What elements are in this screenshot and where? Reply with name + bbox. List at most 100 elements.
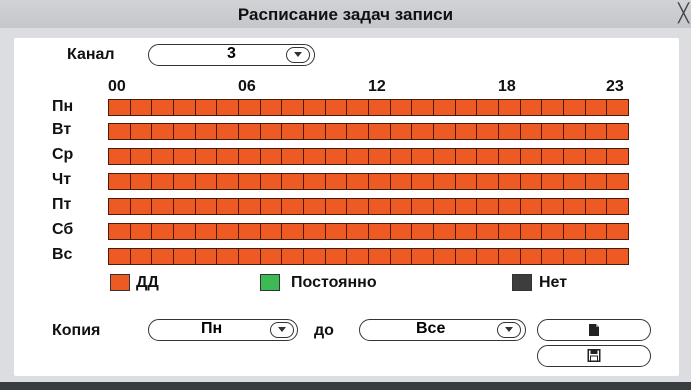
schedule-cell[interactable]: [454, 99, 478, 116]
schedule-cell[interactable]: [584, 123, 608, 140]
schedule-cell[interactable]: [454, 123, 478, 140]
schedule-cell[interactable]: [519, 148, 543, 165]
schedule-cell[interactable]: [389, 148, 413, 165]
schedule-cell[interactable]: [368, 148, 391, 165]
schedule-cell[interactable]: [173, 173, 196, 190]
schedule-cell[interactable]: [216, 223, 239, 240]
schedule-cell[interactable]: [216, 148, 239, 165]
schedule-cell[interactable]: [606, 123, 629, 140]
schedule-cell[interactable]: [216, 99, 239, 116]
schedule-cell[interactable]: [303, 223, 326, 240]
schedule-cell[interactable]: [368, 123, 391, 140]
schedule-cell[interactable]: [346, 99, 369, 116]
schedule-cell[interactable]: [194, 99, 218, 116]
schedule-cell[interactable]: [129, 123, 153, 140]
schedule-cell[interactable]: [541, 99, 564, 116]
schedule-cell[interactable]: [563, 173, 586, 190]
schedule-cell[interactable]: [368, 223, 391, 240]
schedule-cell[interactable]: [281, 99, 304, 116]
schedule-cell[interactable]: [129, 223, 153, 240]
schedule-cell[interactable]: [151, 148, 174, 165]
schedule-cell[interactable]: [389, 173, 413, 190]
schedule-cell[interactable]: [346, 248, 369, 265]
schedule-cell[interactable]: [108, 223, 131, 240]
schedule-cell[interactable]: [194, 123, 218, 140]
schedule-cell[interactable]: [606, 148, 629, 165]
schedule-cell[interactable]: [606, 223, 629, 240]
schedule-cell[interactable]: [563, 148, 586, 165]
schedule-cell[interactable]: [194, 148, 218, 165]
schedule-cell[interactable]: [173, 198, 196, 215]
schedule-cell[interactable]: [151, 123, 174, 140]
schedule-cell[interactable]: [411, 148, 434, 165]
schedule-cell[interactable]: [541, 123, 564, 140]
schedule-row-mon[interactable]: [108, 99, 629, 116]
schedule-cell[interactable]: [476, 173, 499, 190]
schedule-cell[interactable]: [541, 223, 564, 240]
schedule-cell[interactable]: [476, 198, 499, 215]
schedule-cell[interactable]: [389, 198, 413, 215]
channel-select[interactable]: 3: [148, 44, 315, 66]
schedule-cell[interactable]: [454, 173, 478, 190]
schedule-cell[interactable]: [433, 198, 456, 215]
schedule-cell[interactable]: [389, 123, 413, 140]
schedule-cell[interactable]: [194, 248, 218, 265]
schedule-cell[interactable]: [303, 173, 326, 190]
schedule-cell[interactable]: [411, 173, 434, 190]
schedule-cell[interactable]: [584, 173, 608, 190]
schedule-cell[interactable]: [173, 99, 196, 116]
schedule-cell[interactable]: [259, 148, 283, 165]
schedule-cell[interactable]: [498, 99, 521, 116]
schedule-cell[interactable]: [476, 123, 499, 140]
schedule-cell[interactable]: [108, 99, 131, 116]
schedule-cell[interactable]: [324, 248, 348, 265]
schedule-cell[interactable]: [151, 198, 174, 215]
schedule-row-thu[interactable]: [108, 173, 629, 190]
schedule-cell[interactable]: [563, 248, 586, 265]
schedule-cell[interactable]: [281, 148, 304, 165]
schedule-cell[interactable]: [584, 248, 608, 265]
copy-button[interactable]: [537, 319, 651, 341]
schedule-cell[interactable]: [433, 173, 456, 190]
schedule-row-sun[interactable]: [108, 248, 629, 265]
schedule-cell[interactable]: [346, 198, 369, 215]
schedule-cell[interactable]: [108, 173, 131, 190]
schedule-cell[interactable]: [498, 198, 521, 215]
schedule-cell[interactable]: [324, 173, 348, 190]
schedule-cell[interactable]: [498, 173, 521, 190]
schedule-cell[interactable]: [259, 123, 283, 140]
schedule-cell[interactable]: [368, 248, 391, 265]
schedule-cell[interactable]: [281, 223, 304, 240]
schedule-cell[interactable]: [541, 148, 564, 165]
schedule-cell[interactable]: [584, 148, 608, 165]
schedule-cell[interactable]: [238, 99, 261, 116]
schedule-cell[interactable]: [173, 248, 196, 265]
schedule-cell[interactable]: [411, 223, 434, 240]
schedule-cell[interactable]: [476, 223, 499, 240]
schedule-cell[interactable]: [238, 148, 261, 165]
schedule-cell[interactable]: [498, 148, 521, 165]
schedule-cell[interactable]: [303, 99, 326, 116]
schedule-cell[interactable]: [129, 198, 153, 215]
schedule-cell[interactable]: [324, 99, 348, 116]
schedule-cell[interactable]: [563, 198, 586, 215]
schedule-cell[interactable]: [194, 198, 218, 215]
schedule-cell[interactable]: [324, 148, 348, 165]
schedule-cell[interactable]: [303, 148, 326, 165]
schedule-cell[interactable]: [541, 248, 564, 265]
schedule-cell[interactable]: [151, 173, 174, 190]
schedule-cell[interactable]: [324, 198, 348, 215]
schedule-cell[interactable]: [108, 198, 131, 215]
schedule-cell[interactable]: [498, 248, 521, 265]
schedule-cell[interactable]: [173, 123, 196, 140]
schedule-cell[interactable]: [584, 198, 608, 215]
schedule-cell[interactable]: [129, 173, 153, 190]
schedule-cell[interactable]: [346, 123, 369, 140]
schedule-cell[interactable]: [173, 223, 196, 240]
schedule-cell[interactable]: [519, 99, 543, 116]
save-button[interactable]: [537, 345, 651, 367]
schedule-cell[interactable]: [281, 123, 304, 140]
schedule-cell[interactable]: [606, 99, 629, 116]
schedule-cell[interactable]: [151, 223, 174, 240]
schedule-cell[interactable]: [108, 123, 131, 140]
